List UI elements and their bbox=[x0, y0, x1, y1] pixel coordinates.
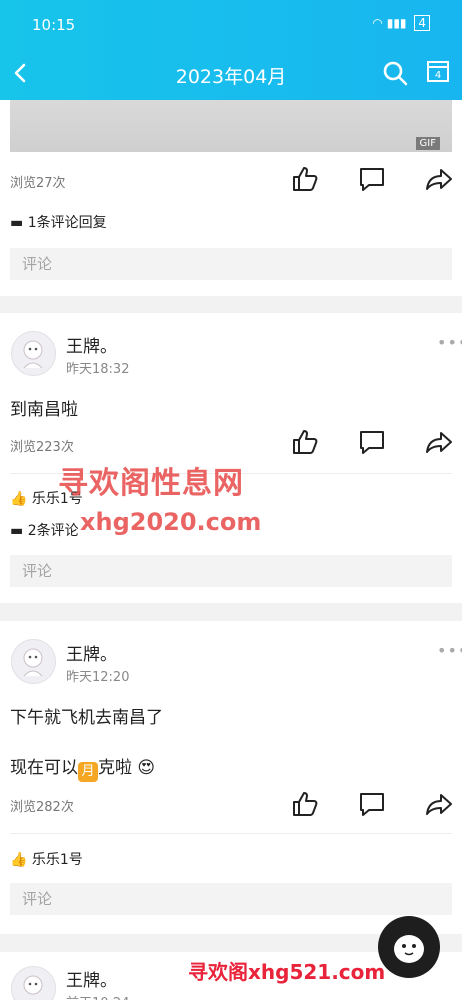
comment-input[interactable]: 评论 bbox=[10, 555, 452, 587]
post-time: 昨天18:32 bbox=[66, 362, 130, 377]
status-time: 10:15 bbox=[32, 16, 76, 34]
avatar[interactable] bbox=[11, 966, 56, 1000]
comment-reply-count[interactable]: ▬ 2条评论 bbox=[10, 520, 79, 540]
comment-input[interactable]: 评论 bbox=[10, 248, 452, 280]
post-card: 王牌。 昨天12:20 ••• 下午就飞机去南昌了 现在可以月克啦 😍 浏览28… bbox=[0, 621, 462, 934]
like-icon[interactable] bbox=[290, 164, 320, 194]
more-options-icon[interactable]: ••• bbox=[437, 641, 462, 660]
thumb-small-icon: 👍 bbox=[10, 852, 28, 868]
mascot-icon bbox=[394, 935, 424, 963]
like-icon[interactable] bbox=[290, 427, 320, 457]
top-nav-bar: 2023年04月 4 bbox=[0, 50, 462, 100]
share-icon[interactable] bbox=[424, 164, 454, 194]
comment-icon[interactable] bbox=[357, 427, 387, 457]
post-text-line1: 下午就飞机去南昌了 bbox=[10, 708, 163, 728]
share-icon[interactable] bbox=[424, 789, 454, 819]
view-count: 浏览27次 bbox=[10, 176, 66, 191]
gif-image[interactable]: GIF bbox=[10, 100, 452, 152]
comment-input[interactable]: 评论 bbox=[10, 883, 452, 915]
author-name[interactable]: 王牌。 bbox=[66, 640, 117, 665]
thumb-small-icon: 👍 bbox=[10, 491, 28, 507]
floating-assistant-button[interactable] bbox=[378, 916, 440, 978]
post-text-line2: 现在可以月克啦 😍 bbox=[10, 753, 155, 782]
watermark-text: xhg2020.com bbox=[80, 508, 262, 536]
post-time: 昨天12:20 bbox=[66, 670, 130, 685]
post-text: 到南昌啦 bbox=[10, 400, 78, 420]
comment-icon[interactable] bbox=[357, 789, 387, 819]
avatar[interactable] bbox=[11, 331, 56, 376]
battery-icon: 4 bbox=[414, 15, 430, 31]
watermark-text: 寻欢阁性息网 bbox=[58, 466, 244, 501]
status-bar: 10:15 ◠ ▮▮▮ 4 bbox=[0, 0, 462, 50]
comment-reply-count[interactable]: ▬ 1条评论回复 bbox=[10, 212, 107, 232]
heart-eyes-emoji-icon: 😍 bbox=[137, 758, 156, 778]
more-options-icon[interactable]: ••• bbox=[437, 333, 462, 352]
wifi-icon: ◠ bbox=[372, 16, 383, 30]
status-icons: ◠ ▮▮▮ 4 bbox=[372, 15, 430, 31]
watermark-text: 寻欢阁xhg521.com bbox=[188, 960, 386, 984]
view-count: 浏览282次 bbox=[10, 800, 74, 815]
share-icon[interactable] bbox=[424, 427, 454, 457]
comment-icon[interactable] bbox=[357, 164, 387, 194]
svg-text:4: 4 bbox=[435, 70, 441, 81]
comment-small-icon: ▬ bbox=[10, 215, 24, 231]
post-card: GIF 浏览27次 ▬ 1条评论回复 评论 bbox=[0, 100, 462, 296]
moon-emoji-icon: 月 bbox=[78, 762, 98, 782]
comment-small-icon: ▬ bbox=[10, 523, 24, 539]
author-name[interactable]: 王牌。 bbox=[66, 332, 117, 357]
search-icon[interactable] bbox=[381, 59, 409, 87]
like-icon[interactable] bbox=[290, 789, 320, 819]
avatar[interactable] bbox=[11, 639, 56, 684]
author-name[interactable]: 王牌。 bbox=[66, 966, 117, 991]
signal-icon: ▮▮▮ bbox=[386, 16, 407, 30]
likes-line[interactable]: 👍 乐乐1号 bbox=[10, 849, 83, 869]
post-time: 前天10:24 bbox=[66, 992, 129, 1000]
calendar-icon[interactable]: 4 bbox=[426, 59, 450, 83]
gif-badge: GIF bbox=[415, 137, 440, 150]
divider bbox=[10, 833, 452, 834]
view-count: 浏览223次 bbox=[10, 440, 74, 455]
